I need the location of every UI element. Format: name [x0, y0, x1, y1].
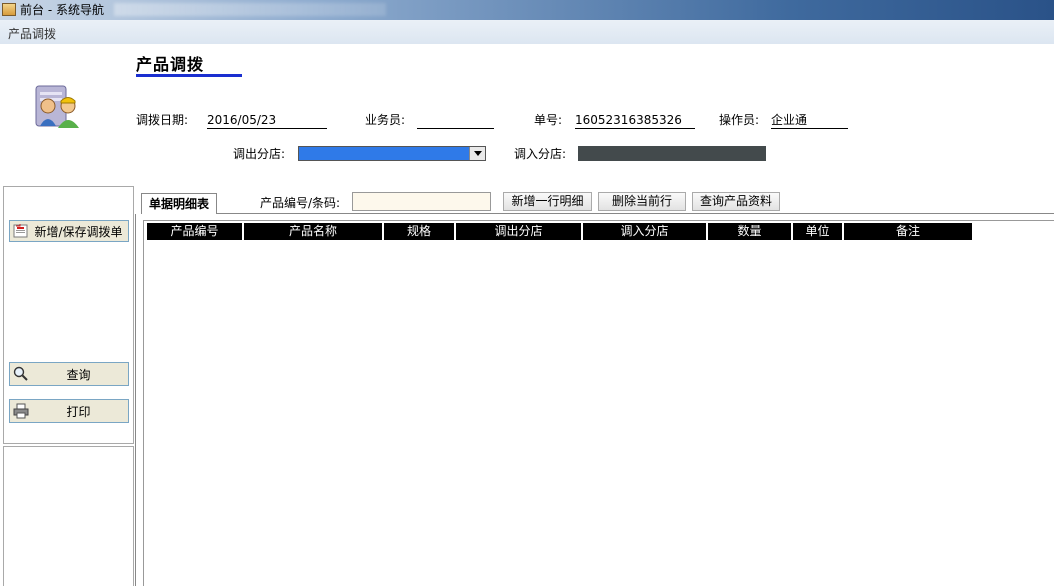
- title-underline: [136, 74, 242, 77]
- detail-grid[interactable]: [143, 220, 1054, 586]
- dropdown-arrow-icon[interactable]: [469, 147, 485, 160]
- page-title: 产品调拨: [136, 55, 205, 74]
- product-code-input[interactable]: [352, 192, 491, 211]
- app-icon: [2, 3, 16, 16]
- print-button[interactable]: 打印: [9, 399, 129, 423]
- from-store-select[interactable]: [298, 146, 486, 161]
- new-save-label: 新增/保存调拨单: [34, 224, 123, 239]
- printer-icon: [13, 403, 29, 419]
- new-save-button[interactable]: 新增/保存调拨单: [9, 220, 129, 242]
- window-title: 前台 - 系统导航: [20, 3, 104, 17]
- column-header[interactable]: 调入分店: [583, 223, 706, 240]
- column-header[interactable]: 规格: [384, 223, 454, 240]
- left-lower-panel: [3, 446, 134, 586]
- order-no-field[interactable]: 16052316385326: [575, 112, 695, 129]
- blurred-title-extra: [114, 3, 386, 16]
- to-store-label: 调入分店:: [514, 147, 567, 161]
- breadcrumb[interactable]: 产品调拨: [8, 25, 56, 42]
- nav-strip: [0, 20, 1054, 44]
- product-code-label: 产品编号/条码:: [260, 196, 341, 210]
- tab-detail[interactable]: 单据明细表: [141, 193, 217, 214]
- column-header[interactable]: 产品名称: [244, 223, 382, 240]
- add-document-icon: [13, 223, 29, 239]
- column-header[interactable]: 单位: [793, 223, 842, 240]
- delete-row-button[interactable]: 删除当前行: [598, 192, 686, 211]
- column-header[interactable]: 产品编号: [147, 223, 242, 240]
- print-label: 打印: [66, 404, 91, 419]
- query-button[interactable]: 查询: [9, 362, 129, 386]
- magnifier-icon: [13, 366, 29, 382]
- tab-divider: [217, 213, 1054, 214]
- column-header[interactable]: 调出分店: [456, 223, 581, 240]
- query-label: 查询: [66, 367, 91, 382]
- from-store-label: 调出分店:: [233, 147, 286, 161]
- date-field[interactable]: 2016/05/23: [207, 112, 327, 129]
- operator-field[interactable]: 企业通: [771, 112, 848, 129]
- salesperson-field[interactable]: [417, 112, 494, 129]
- query-product-button[interactable]: 查询产品资料: [692, 192, 780, 211]
- order-no-label: 单号:: [534, 113, 563, 127]
- to-store-field[interactable]: [578, 146, 766, 161]
- operator-label: 操作员:: [719, 113, 760, 127]
- column-header[interactable]: 备注: [844, 223, 972, 240]
- people-icon: [35, 85, 79, 128]
- salesperson-label: 业务员:: [365, 113, 406, 127]
- date-label: 调拨日期:: [136, 113, 189, 127]
- column-header[interactable]: 数量: [708, 223, 791, 240]
- add-row-button[interactable]: 新增一行明细: [503, 192, 592, 211]
